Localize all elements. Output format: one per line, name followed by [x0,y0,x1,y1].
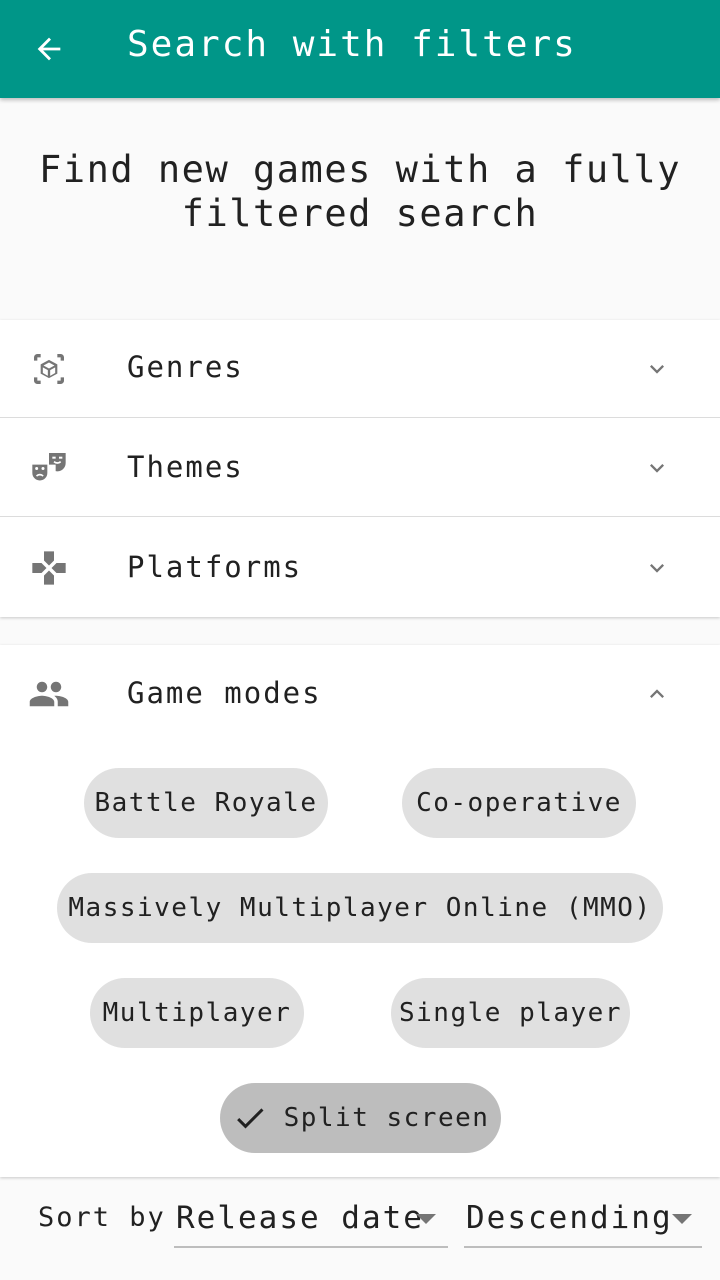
back-button[interactable] [30,30,68,68]
chip-label: Multiplayer [102,998,292,1028]
chip-battle-royale[interactable]: Battle Royale [84,768,328,838]
people-icon [28,673,70,715]
filter-label-themes: Themes [127,450,244,484]
arrow-back-icon [37,37,61,61]
game-modes-card: Game modes Battle Royale Co-operative Ma… [0,645,720,1177]
chip-multiplayer[interactable]: Multiplayer [90,978,304,1048]
sort-order-select[interactable]: Descending [464,1190,702,1248]
app-bar: Search with filters [0,0,720,98]
sort-field-value: Release date [176,1200,424,1236]
chip-label: Massively Multiplayer Online (MMO) [68,893,652,923]
gamepad-icon [28,547,70,589]
chevron-up-icon [642,679,672,709]
sort-order-value: Descending [466,1200,673,1236]
chip-split-screen[interactable]: Split screen [220,1083,501,1153]
chip-label: Split screen [283,1103,490,1133]
dropdown-arrow-icon [416,1214,436,1224]
dropdown-arrow-icon [672,1214,692,1224]
chevron-down-icon [642,553,672,583]
chevron-down-icon [642,354,672,384]
theater-masks-icon [28,447,70,489]
sort-by-label: Sort by [38,1202,166,1233]
chip-label: Co-operative [416,788,622,818]
check-icon [232,1100,268,1136]
filter-label-platforms: Platforms [127,550,303,584]
cube-scan-icon [28,348,70,390]
filter-row-platforms[interactable]: Platforms [0,519,720,617]
chip-label: Single player [399,998,622,1028]
sort-field-select[interactable]: Release date [174,1190,448,1248]
chip-single-player[interactable]: Single player [391,978,630,1048]
headline-text: Find new games with a fully filtered sea… [39,148,681,235]
chip-mmo[interactable]: Massively Multiplayer Online (MMO) [57,873,663,943]
filter-label-genres: Genres [127,350,244,384]
filters-card: Genres Themes Platforms [0,320,720,617]
page-title: Search with filters [127,24,577,65]
chip-label: Battle Royale [94,788,318,818]
filter-label-game-modes: Game modes [127,676,322,710]
chevron-down-icon [642,453,672,483]
filter-row-game-modes[interactable]: Game modes [0,645,720,743]
filter-row-genres[interactable]: Genres [0,320,720,418]
chip-co-operative[interactable]: Co-operative [402,768,636,838]
filter-row-themes[interactable]: Themes [0,419,720,517]
